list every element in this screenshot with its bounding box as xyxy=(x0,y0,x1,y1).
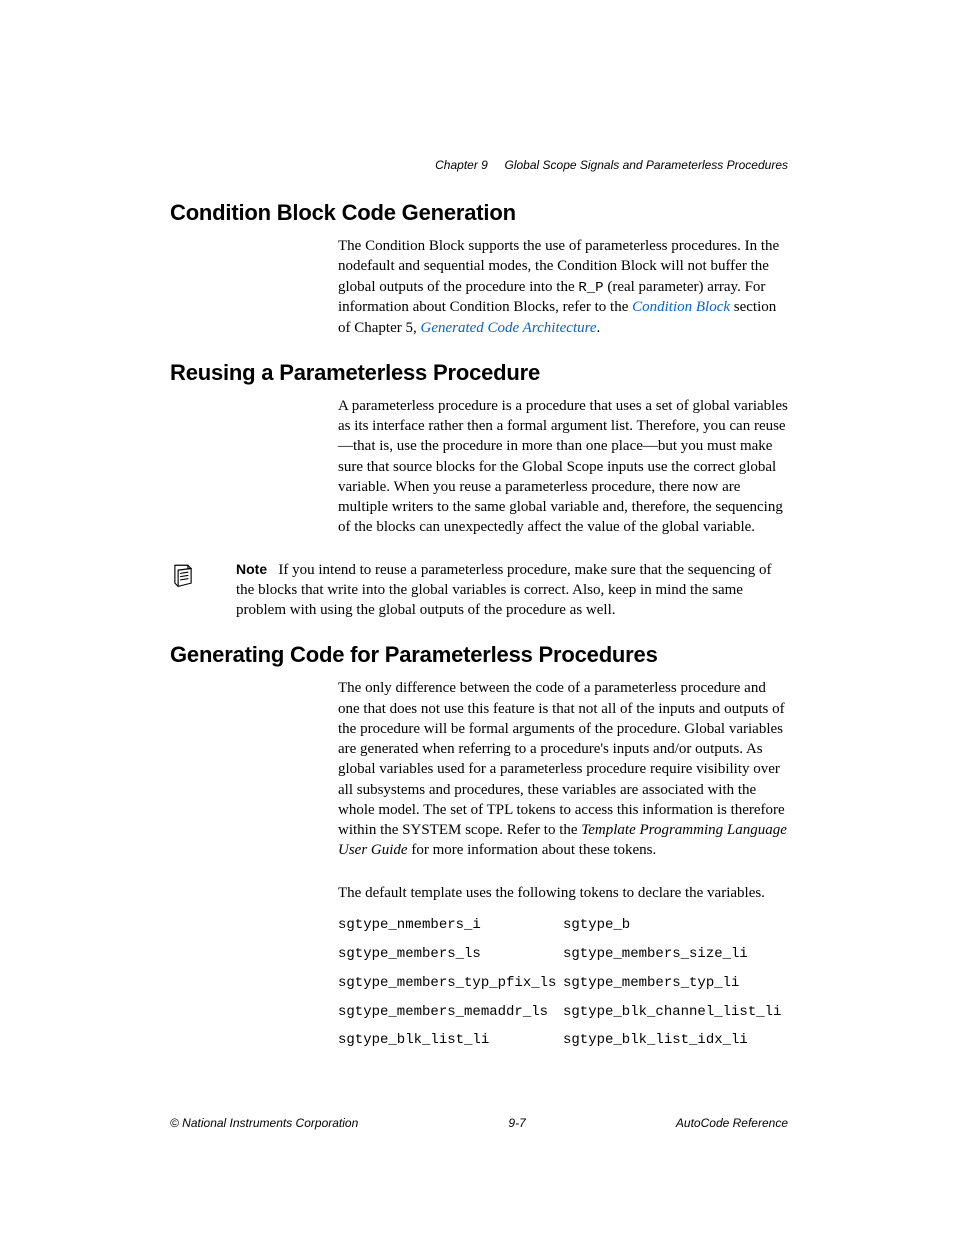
token-cell: sgtype_blk_channel_list_li xyxy=(563,998,788,1027)
token-cell: sgtype_blk_list_li xyxy=(338,1026,563,1055)
footer-left: © National Instruments Corporation xyxy=(170,1116,358,1130)
note-block: Note If you intend to reuse a parameterl… xyxy=(170,560,788,621)
table-row: sgtype_blk_list_lisgtype_blk_list_idx_li xyxy=(338,1026,788,1055)
note-text: Note If you intend to reuse a parameterl… xyxy=(236,560,788,621)
heading-generating: Generating Code for Parameterless Proced… xyxy=(170,642,788,668)
link-condition-block[interactable]: Condition Block xyxy=(632,299,730,315)
footer-right: AutoCode Reference xyxy=(676,1116,788,1130)
header-chapter-title: Global Scope Signals and Parameterless P… xyxy=(505,158,789,172)
paragraph-generating-2: The default template uses the following … xyxy=(338,883,788,903)
inline-code-rp: R_P xyxy=(578,280,603,296)
table-row: sgtype_members_lssgtype_members_size_li xyxy=(338,940,788,969)
paragraph-condition-block: The Condition Block supports the use of … xyxy=(338,236,788,338)
token-table: sgtype_nmembers_isgtype_b sgtype_members… xyxy=(338,911,788,1055)
table-row: sgtype_members_typ_pfix_lssgtype_members… xyxy=(338,969,788,998)
heading-condition-block: Condition Block Code Generation xyxy=(170,200,788,226)
note-label: Note xyxy=(236,561,267,577)
link-generated-code-architecture[interactable]: Generated Code Architecture xyxy=(420,320,596,336)
token-cell: sgtype_members_ls xyxy=(338,940,563,969)
token-cell: sgtype_blk_list_idx_li xyxy=(563,1026,788,1055)
header-chapter: Chapter 9 xyxy=(435,158,488,172)
footer-page-number: 9-7 xyxy=(358,1116,676,1130)
content-area: Condition Block Code Generation The Cond… xyxy=(170,200,788,1055)
token-cell: sgtype_members_size_li xyxy=(563,940,788,969)
paragraph-reusing: A parameterless procedure is a procedure… xyxy=(338,396,788,538)
paragraph-generating-1: The only difference between the code of … xyxy=(338,678,788,860)
heading-reusing: Reusing a Parameterless Procedure xyxy=(170,360,788,386)
token-cell: sgtype_b xyxy=(563,911,788,940)
token-cell: sgtype_members_typ_li xyxy=(563,969,788,998)
token-cell: sgtype_nmembers_i xyxy=(338,911,563,940)
note-body: If you intend to reuse a parameterless p… xyxy=(236,562,772,619)
running-header: Chapter 9 Global Scope Signals and Param… xyxy=(435,158,788,172)
token-cell: sgtype_members_memaddr_ls xyxy=(338,998,563,1027)
table-row: sgtype_members_memaddr_lssgtype_blk_chan… xyxy=(338,998,788,1027)
page-footer: © National Instruments Corporation 9-7 A… xyxy=(170,1116,788,1130)
table-row: sgtype_nmembers_isgtype_b xyxy=(338,911,788,940)
token-table-wrap: sgtype_nmembers_isgtype_b sgtype_members… xyxy=(338,911,788,1055)
token-cell: sgtype_members_typ_pfix_ls xyxy=(338,969,563,998)
page: Chapter 9 Global Scope Signals and Param… xyxy=(0,0,954,1235)
note-icon xyxy=(170,562,196,588)
